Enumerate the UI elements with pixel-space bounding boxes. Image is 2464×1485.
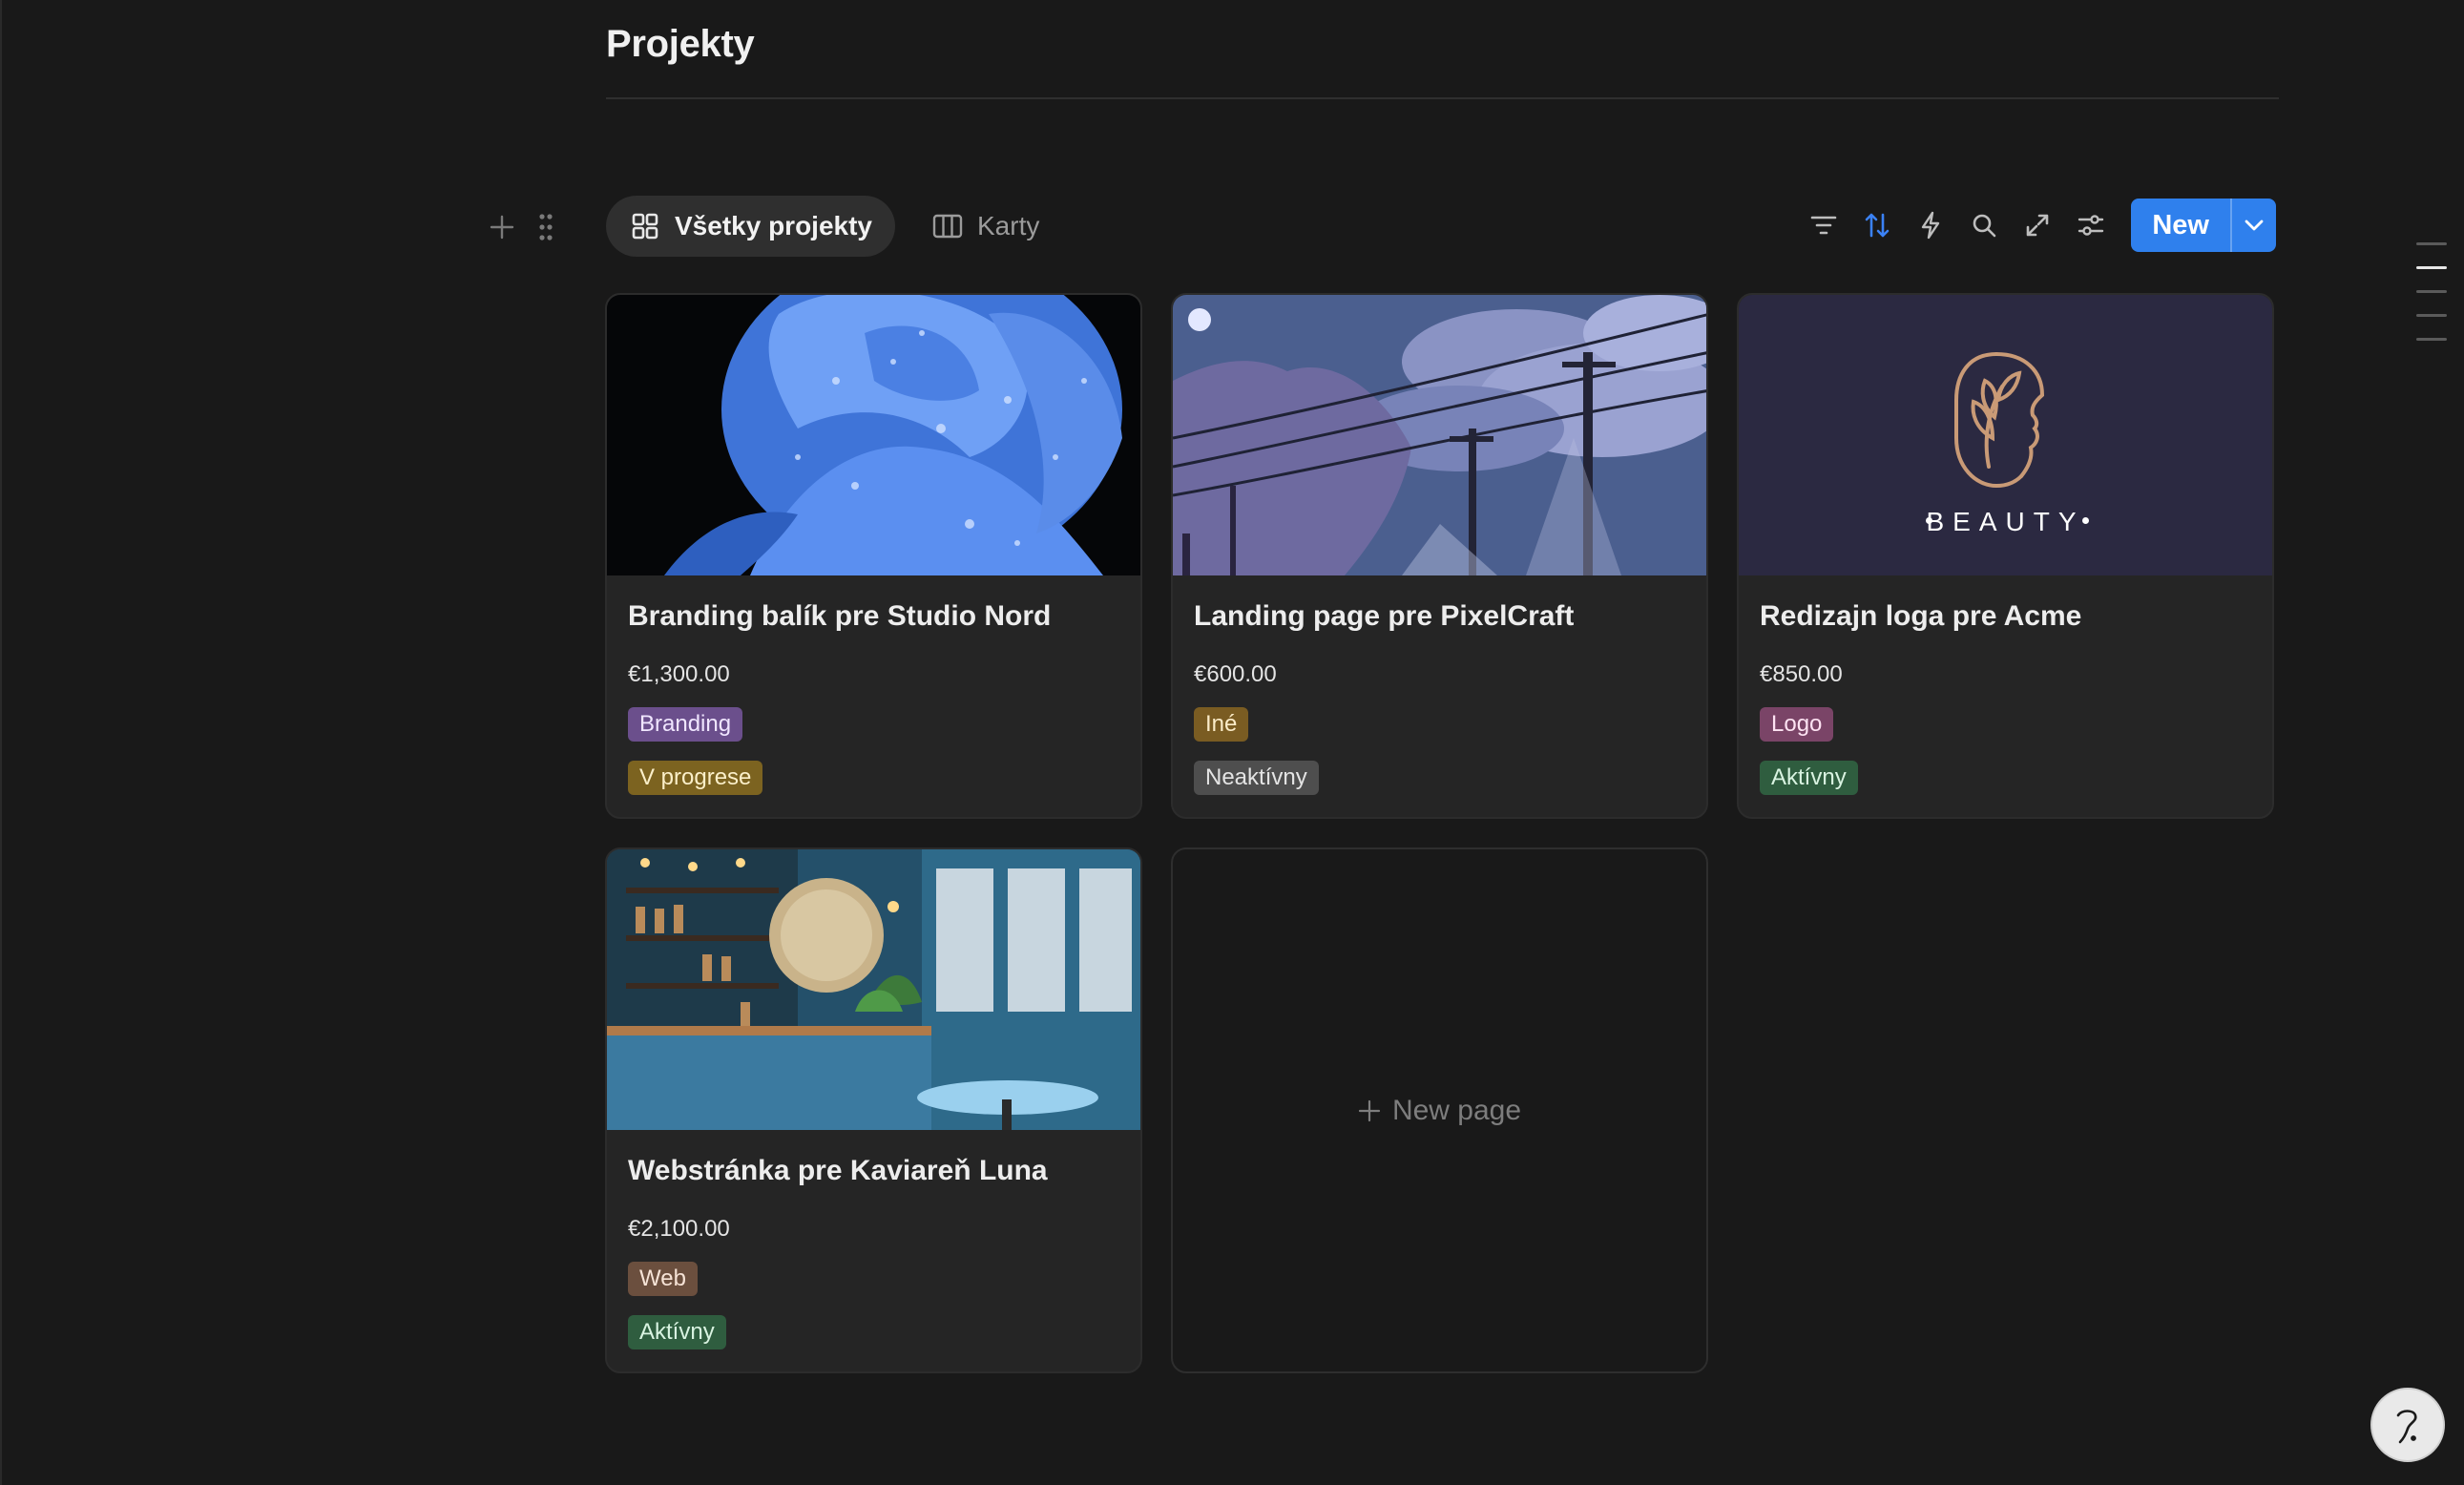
database-toolbar: New [1797,199,2276,252]
table-of-contents-minimap[interactable] [2416,242,2447,341]
status-badge: V progrese [628,761,763,795]
gallery-grid: Branding balík pre Studio Nord €1,300.00… [605,293,2274,1373]
toc-line[interactable] [2416,290,2447,293]
card-title: Webstránka pre Kaviareň Luna [628,1155,1048,1186]
title-divider [606,97,2279,99]
new-button[interactable]: New [2131,199,2230,252]
logo-dot-right [2082,517,2089,524]
card-title: Branding balík pre Studio Nord [628,600,1052,632]
plus-icon [1358,1099,1381,1121]
search-icon[interactable] [1957,199,2011,252]
filter-icon[interactable] [1797,199,1850,252]
category-tag: Web [628,1262,698,1296]
card-title: Redizajn loga pre Acme [1760,600,2082,632]
category-tag: Logo [1760,707,1834,742]
toc-line[interactable] [2416,242,2447,245]
category-tag: Iné [1194,707,1249,742]
new-button-group: New [2131,199,2276,252]
block-handles [487,208,561,246]
tab-vsetky-projekty[interactable]: Všetky projekty [606,196,895,257]
card-cover-blue-rose [607,295,1140,575]
new-dropdown-button[interactable] [2230,199,2276,252]
drag-handle-icon[interactable] [531,208,561,246]
toc-line-active[interactable] [2416,266,2447,269]
status-badge: Neaktívny [1194,761,1319,795]
toc-line[interactable] [2416,338,2447,341]
status-badge: Aktívny [628,1315,726,1349]
gallery-card[interactable]: Branding balík pre Studio Nord €1,300.00… [605,293,1142,819]
window-left-edge [0,0,2,1485]
card-price: €850.00 [1760,661,1843,687]
lightning-icon[interactable] [1904,199,1957,252]
tab-karty[interactable]: Karty [908,196,1062,257]
help-button[interactable] [2370,1388,2445,1462]
settings-sliders-icon[interactable] [2064,199,2118,252]
new-page-card[interactable]: New page [1171,847,1708,1373]
page-title: Projekty [606,23,755,65]
card-price: €1,300.00 [628,661,730,687]
gallery-card[interactable]: Webstránka pre Kaviareň Luna €2,100.00 W… [605,847,1142,1373]
card-cover-cafe-interior [607,849,1140,1130]
card-title: Landing page pre PixelCraft [1194,600,1575,632]
status-badge: Aktívny [1760,761,1858,795]
chevron-down-icon [2245,220,2264,231]
logo-wordmark: BEAUTY [1926,507,2085,536]
card-cover-beauty-logo: BEAUTY [1739,295,2272,575]
category-tag: Branding [628,707,743,742]
help-question-icon [2396,1410,2417,1444]
view-tabs: Všetky projekty Karty [606,196,1062,257]
new-page-label: New page [1391,1094,1522,1126]
toc-line[interactable] [2416,314,2447,317]
card-price: €2,100.00 [628,1216,730,1242]
add-block-icon[interactable] [487,208,517,246]
tab-label: Všetky projekty [675,211,872,241]
board-columns-icon [931,210,964,242]
card-price: €600.00 [1194,661,1277,687]
logo-dot-left [1926,517,1932,524]
gallery-grid-icon [629,210,661,242]
expand-icon[interactable] [2011,199,2064,252]
gallery-card[interactable]: BEAUTY Redizajn loga pre Acme €850.00 Lo… [1737,293,2274,819]
card-cover-pixel-sky [1173,295,1706,575]
tab-label: Karty [977,211,1040,241]
gallery-card[interactable]: Landing page pre PixelCraft €600.00 Iné … [1171,293,1708,819]
sort-icon[interactable] [1850,199,1904,252]
